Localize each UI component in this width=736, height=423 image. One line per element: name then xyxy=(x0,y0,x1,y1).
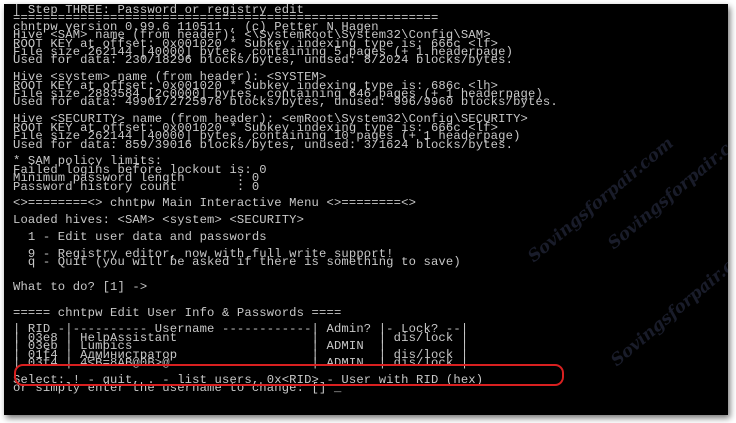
terminal-window: | Step THREE: Password or registry edit =… xyxy=(4,4,728,415)
terminal-line: Used for data: 49901/2725976 blocks/byte… xyxy=(13,95,558,110)
terminal-line: Used for data: 859/39016 blocks/bytes, u… xyxy=(13,137,514,152)
terminal-line: <>========<> chntpw Main Interactive Men… xyxy=(13,196,417,211)
terminal-line: Used for data: 230/18296 blocks/bytes, u… xyxy=(13,53,514,68)
terminal-line: Password history count : 0 xyxy=(13,179,260,194)
terminal-line: q - Quit (you will be asked if there is … xyxy=(13,255,461,270)
terminal-line: 1 - Edit user data and passwords xyxy=(13,229,267,244)
terminal-line: What to do? [1] -> xyxy=(13,280,148,295)
terminal-line: ===== chntpw Edit User Info & Passwords … xyxy=(13,305,342,320)
terminal-line: Loaded hives: <SAM> <system> <SECURITY> xyxy=(13,213,305,228)
terminal-output: | Step THREE: Password or registry edit =… xyxy=(13,4,724,415)
terminal-line: | 03f4 | 4≤B=8AB@0B>@ | ADMIN | dis/lock… xyxy=(13,356,469,371)
